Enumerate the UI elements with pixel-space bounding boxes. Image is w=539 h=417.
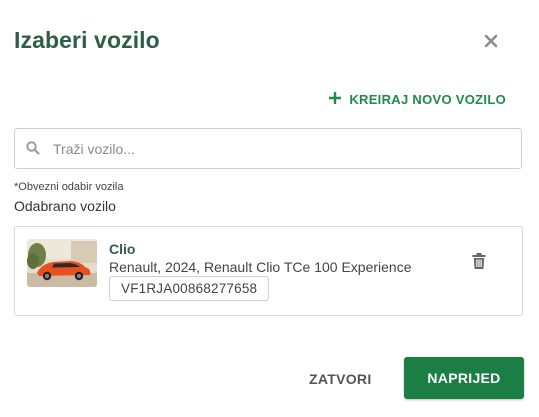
create-vehicle-label: KREIRAJ NOVO VOZILO [349,92,506,107]
dialog-title: Izaberi vozilo [14,27,160,53]
search-icon [26,140,42,157]
close-icon[interactable] [480,30,502,52]
search-input[interactable] [51,139,495,158]
create-vehicle-button[interactable]: KREIRAJ NOVO VOZILO [329,91,506,107]
vehicle-image [27,239,97,287]
required-note: *Obvezni odabir vozila [14,181,124,193]
close-button[interactable]: ZATVORI [309,371,372,387]
trash-icon[interactable] [472,253,488,270]
vehicle-vin: VF1RJA00868277658 [109,276,270,301]
vehicle-description: Renault, 2024, Renault Clio TCe 100 Expe… [109,259,412,275]
plus-icon [329,91,342,107]
next-button[interactable]: NAPRIJED [404,357,524,399]
selected-vehicle-card: Clio Renault, 2024, Renault Clio TCe 100… [14,226,523,316]
selected-vehicle-heading: Odabrano vozilo [14,198,116,214]
vehicle-name: Clio [109,241,136,257]
search-field[interactable] [14,128,522,169]
